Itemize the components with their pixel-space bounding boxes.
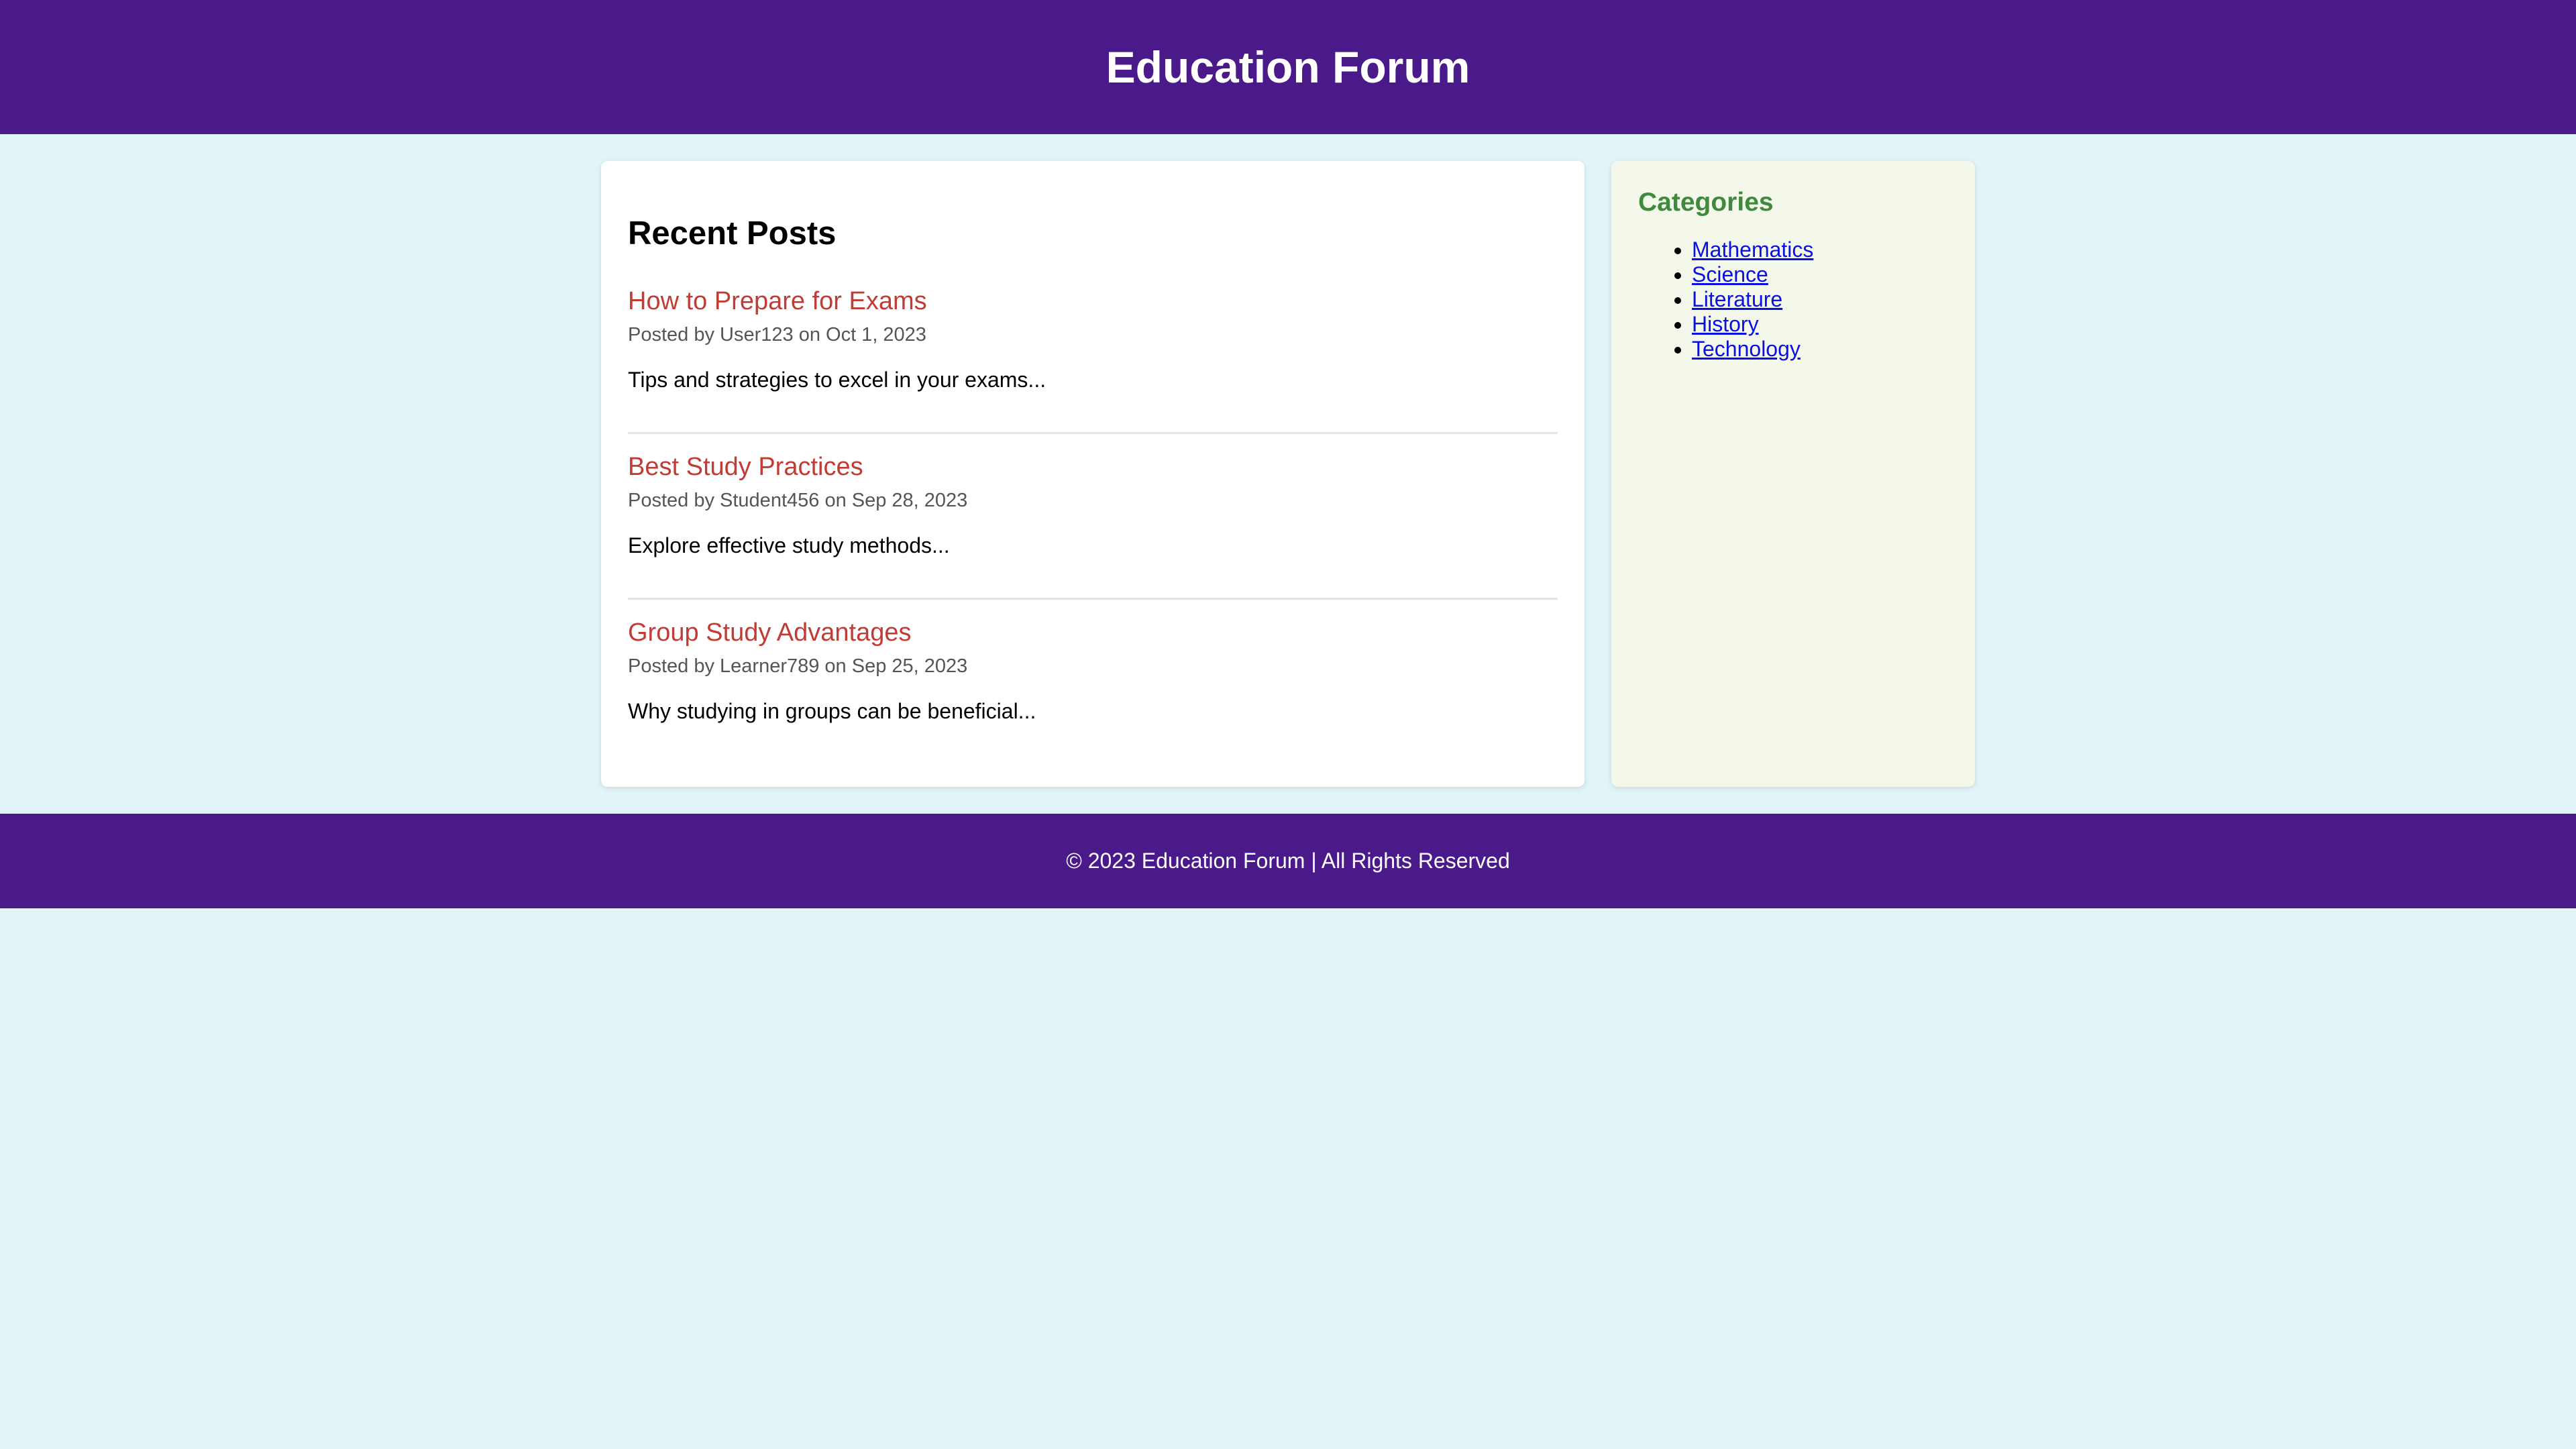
post-excerpt: Explore effective study methods... — [628, 533, 950, 557]
list-item: Science — [1692, 262, 1948, 287]
category-link-technology[interactable]: Technology — [1692, 337, 1801, 361]
post-meta: Posted by Student456 on Sep 28, 2023 — [628, 490, 968, 511]
categories-heading: Categories — [1638, 188, 1774, 217]
post-item: How to Prepare for Exams Posted by User1… — [628, 284, 1558, 434]
content-layout: Recent Posts How to Prepare for Exams Po… — [0, 134, 2576, 814]
category-link-history[interactable]: History — [1692, 312, 1759, 336]
post-title-link[interactable]: Best Study Practices — [628, 450, 1558, 484]
category-link-literature[interactable]: Literature — [1692, 287, 1782, 311]
footer-copyright: © 2023 Education Forum | All Rights Rese… — [1066, 849, 1510, 873]
post-meta: Posted by Learner789 on Sep 25, 2023 — [628, 655, 968, 677]
list-item: Technology — [1692, 337, 1948, 362]
post-meta: Posted by User123 on Oct 1, 2023 — [628, 324, 926, 345]
list-item: Mathematics — [1692, 237, 1948, 262]
recent-posts-panel: Recent Posts How to Prepare for Exams Po… — [601, 161, 1585, 787]
categories-list: Mathematics Science Literature History T… — [1638, 237, 1948, 362]
list-item: History — [1692, 312, 1948, 337]
post-item: Best Study Practices Posted by Student45… — [628, 450, 1558, 600]
category-link-mathematics[interactable]: Mathematics — [1692, 237, 1813, 262]
site-title: Education Forum — [1106, 42, 1470, 92]
site-header: Education Forum — [0, 0, 2576, 134]
list-item: Literature — [1692, 287, 1948, 312]
post-item: Group Study Advantages Posted by Learner… — [628, 616, 1558, 763]
post-excerpt: Why studying in groups can be beneficial… — [628, 699, 1036, 723]
post-title-link[interactable]: How to Prepare for Exams — [628, 284, 1558, 318]
post-excerpt: Tips and strategies to excel in your exa… — [628, 368, 1046, 392]
category-link-science[interactable]: Science — [1692, 262, 1768, 286]
post-title-link[interactable]: Group Study Advantages — [628, 616, 1558, 649]
recent-posts-heading: Recent Posts — [628, 215, 837, 252]
categories-sidebar: Categories Mathematics Science Literatur… — [1611, 161, 1975, 787]
site-footer: © 2023 Education Forum | All Rights Rese… — [0, 814, 2576, 908]
